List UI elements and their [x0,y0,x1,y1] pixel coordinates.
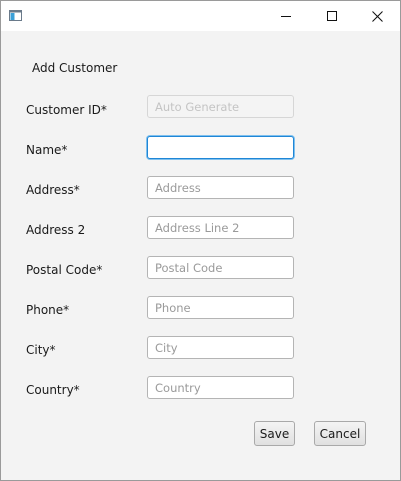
cancel-button[interactable]: Cancel [314,421,366,446]
country-field[interactable] [147,376,294,399]
title-bar[interactable] [1,1,400,31]
country-label: Country* [26,383,80,397]
close-icon [371,10,383,22]
address2-label: Address 2 [26,223,86,237]
close-button[interactable] [354,1,400,31]
maximize-icon [327,11,337,21]
window-icon [9,10,22,21]
phone-field[interactable] [147,296,294,319]
name-field[interactable] [147,136,294,159]
postal-code-label: Postal Code* [26,263,103,277]
dialog-window: Add Customer Customer ID* Name* Address*… [0,0,401,481]
postal-code-field[interactable] [147,256,294,279]
city-field[interactable] [147,336,294,359]
save-button[interactable]: Save [254,421,295,446]
minimize-button[interactable] [263,1,309,31]
city-label: City* [26,343,56,357]
address2-field[interactable] [147,216,294,239]
customer-id-label: Customer ID* [26,103,107,117]
address-field[interactable] [147,176,294,199]
customer-id-field [147,95,294,118]
maximize-button[interactable] [309,1,355,31]
name-label: Name* [26,143,68,157]
minimize-icon [281,16,291,17]
address-label: Address* [26,183,80,197]
phone-label: Phone* [26,303,70,317]
form-title: Add Customer [32,61,118,75]
